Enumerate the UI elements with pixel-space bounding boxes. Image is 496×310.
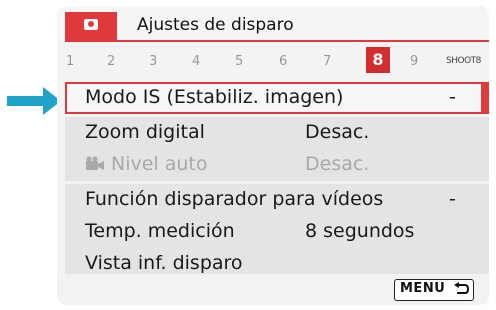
- movie-camera-icon: [86, 156, 104, 170]
- tab-9[interactable]: 9: [410, 54, 418, 69]
- menu-item-value: Desac.: [305, 121, 370, 143]
- menu-item-label: Nivel auto: [85, 153, 208, 175]
- tab-1[interactable]: 1: [66, 54, 74, 69]
- menu-return-button[interactable]: MENU: [394, 279, 474, 301]
- camera-icon: [84, 19, 98, 30]
- menu-item-value: 8 segundos: [305, 220, 415, 242]
- tab-3[interactable]: 3: [149, 54, 157, 69]
- menu-item-label: Modo IS (Estabiliz. imagen): [85, 86, 344, 108]
- menu-footer: MENU: [57, 274, 489, 305]
- menu-item-auto-level: Nivel auto Desac.: [65, 149, 489, 181]
- menu-item-movie-shutter[interactable]: Función disparador para vídeos -: [65, 184, 489, 216]
- menu-item-value: Desac.: [305, 153, 370, 175]
- menu-item-metering-timer[interactable]: Temp. medición 8 segundos: [65, 216, 489, 248]
- tab-4[interactable]: 4: [192, 54, 200, 69]
- menu-header: Ajustes de disparo: [57, 6, 489, 40]
- menu-item-value: -: [449, 188, 456, 210]
- header-divider: [65, 40, 489, 42]
- tab-2[interactable]: 2: [107, 54, 115, 69]
- tab-8-selected[interactable]: 8: [366, 47, 390, 73]
- tab-7[interactable]: 7: [323, 54, 331, 69]
- shooting-tab[interactable]: [65, 12, 117, 40]
- camera-menu-screen: Ajustes de disparo 1 2 3 4 5 6 7 8 9 SHO…: [57, 6, 489, 305]
- menu-item-value: -: [449, 86, 456, 108]
- shoot-page-indicator: SHOOT8: [446, 56, 481, 66]
- menu-item-label: Temp. medición: [85, 220, 235, 242]
- tab-5[interactable]: 5: [235, 54, 243, 69]
- menu-item-is-mode[interactable]: Modo IS (Estabiliz. imagen) -: [65, 82, 489, 114]
- menu-item-digital-zoom[interactable]: Zoom digital Desac.: [65, 117, 489, 149]
- return-arrow-icon: [454, 282, 469, 294]
- menu-item-label: Función disparador para vídeos: [85, 188, 384, 210]
- page-title: Ajustes de disparo: [137, 15, 294, 35]
- page-tabs: 1 2 3 4 5 6 7 8 9 SHOOT8: [57, 46, 489, 78]
- tab-6[interactable]: 6: [279, 54, 287, 69]
- selection-marker: [481, 84, 489, 112]
- menu-item-label: Zoom digital: [85, 121, 205, 143]
- pointer-arrow-icon: [7, 87, 61, 115]
- menu-item-label: Vista inf. disparo: [85, 252, 243, 274]
